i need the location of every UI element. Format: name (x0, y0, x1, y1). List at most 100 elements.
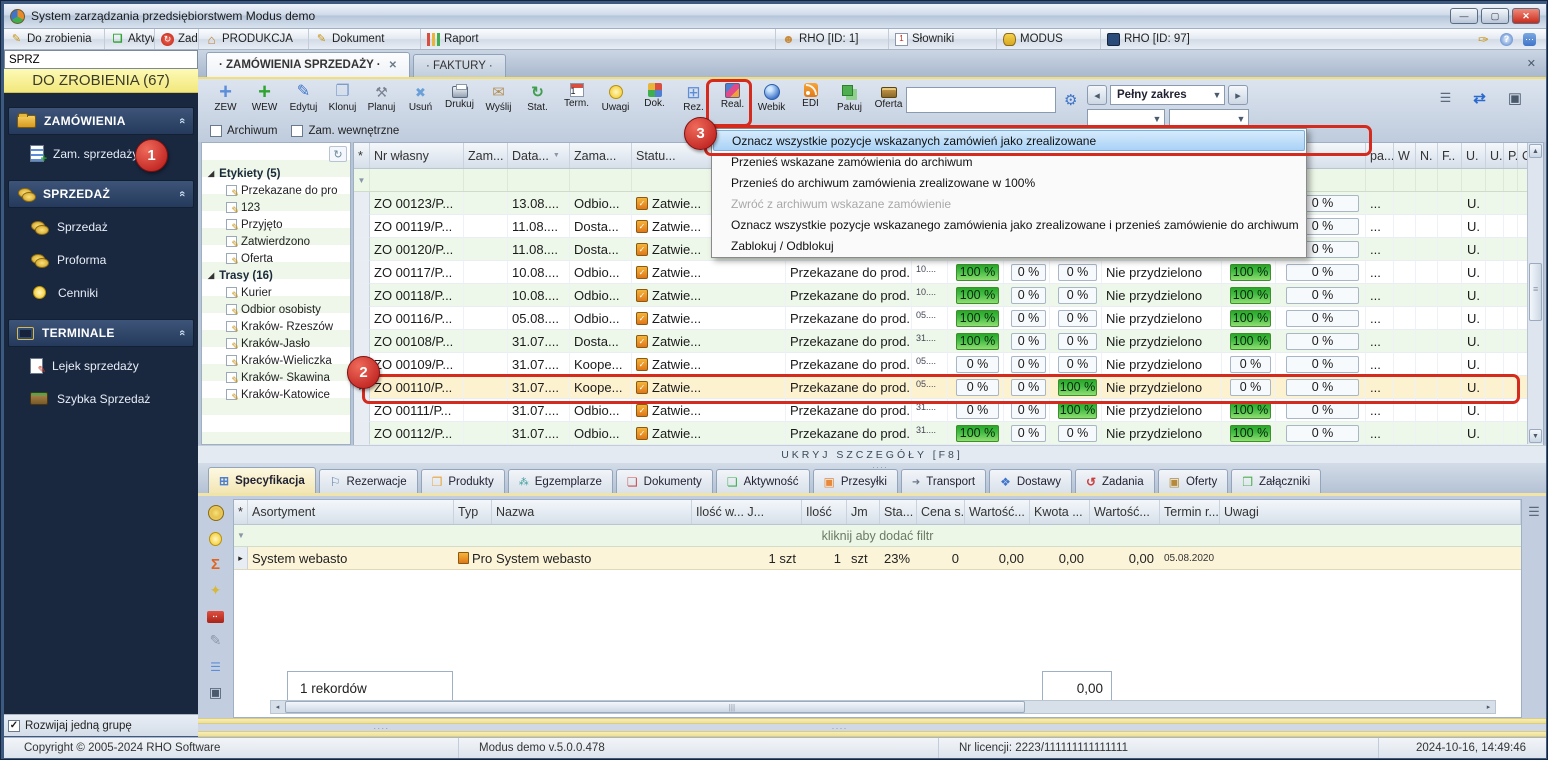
tab-faktury[interactable]: · FAKTURY · (413, 54, 506, 77)
sidebar-item-sprzeda[interactable]: Sprzedaż (4, 210, 198, 243)
menubar-item-do-zrobienia[interactable]: Do zrobienia (4, 29, 104, 49)
context-menu-item-przenie-wskazane-zam-wienia-do-archiwum[interactable]: Przenieś wskazane zamówienia do archiwum (713, 151, 1305, 172)
spec-header-typ[interactable]: Typ (454, 500, 492, 524)
menubar-item-raport[interactable]: Raport (420, 29, 775, 49)
truck-icon[interactable] (207, 611, 224, 623)
detail-tab-specyfikacja[interactable]: Specyfikacja (208, 467, 316, 493)
edit-icon[interactable] (207, 632, 224, 649)
filter-cell[interactable] (370, 169, 464, 191)
toolbar-button-edi[interactable]: EDI (791, 81, 830, 123)
orders-header-nr-w-asny[interactable]: Nr własny (370, 143, 464, 168)
checkbox-archiwum[interactable]: Archiwum (210, 125, 277, 137)
splitter-strips[interactable]: ···· ···· (198, 718, 1546, 737)
detail-tab-zadania[interactable]: Zadania (1074, 469, 1155, 493)
filter-cell[interactable] (1504, 169, 1518, 191)
sidebar-search-input[interactable] (4, 50, 198, 69)
filter-cell[interactable] (1486, 169, 1504, 191)
chat-icon[interactable] (1523, 32, 1536, 46)
sidebar-item-proforma[interactable]: Proforma (4, 243, 198, 276)
toolbar-button-klonuj[interactable]: Klonuj (323, 81, 362, 123)
menubar-item-rho-id-97[interactable]: RHO [ID: 97] (1100, 29, 1260, 49)
spec-header-sta[interactable]: Sta... (880, 500, 917, 524)
checkbox-icon[interactable] (291, 125, 304, 137)
menubar-item-produkcja[interactable]: PRODUKCJA (198, 29, 308, 49)
expand-triangle-icon[interactable] (208, 169, 214, 178)
orders-header-u[interactable]: U. (1486, 143, 1504, 168)
table-row-zo-00111-p[interactable]: ZO 00111/P... 31.07....Odbio... Zatwie... P… (354, 399, 1543, 422)
collapse-chevron-icon[interactable] (176, 191, 188, 197)
orders-vscrollbar[interactable] (1527, 143, 1543, 444)
scroll-thumb[interactable] (1529, 263, 1542, 321)
minimize-button[interactable] (1450, 8, 1478, 24)
table-row-zo-00109-p[interactable]: ZO 00109/P... 31.07....Koope... Zatwie... P… (354, 353, 1543, 376)
toolbar-button-wew[interactable]: WEW (245, 81, 284, 123)
tree-group-etykiety-5[interactable]: Etykiety (5) (202, 165, 350, 182)
stack-icon[interactable] (207, 658, 224, 675)
tree-item-przyj-to[interactable]: Przyjęto (202, 216, 350, 233)
toolbar-button-oferta[interactable]: Oferta (869, 81, 908, 123)
tree-item-przekazane-do-pro[interactable]: Przekazane do pro (202, 182, 350, 199)
toolbar-button-real[interactable]: Real. (713, 81, 752, 123)
filter-icon[interactable] (354, 169, 370, 191)
orders-header-f[interactable]: F.. (1438, 143, 1462, 168)
spec-header-[interactable]: * (234, 500, 248, 524)
price-icon[interactable] (207, 504, 224, 521)
select-region-icon[interactable] (1508, 89, 1522, 107)
filter-cell[interactable] (1416, 169, 1438, 191)
orders-header-zama[interactable]: Zama... (570, 143, 632, 168)
orders-header-n[interactable]: N. (1416, 143, 1438, 168)
menubar-item-s-owniki[interactable]: Słowniki (888, 29, 996, 49)
detail-tab-dostawy[interactable]: Dostawy (989, 469, 1072, 493)
help-icon[interactable] (1500, 32, 1513, 46)
expand-triangle-icon[interactable] (208, 271, 214, 280)
range-next-button[interactable] (1228, 85, 1248, 105)
tree-group-trasy-16[interactable]: Trasy (16) (202, 267, 350, 284)
tree-item-krak-w-katowice[interactable]: Kraków-Katowice (202, 386, 350, 403)
menubar-item-modus[interactable]: MODUS (996, 29, 1100, 49)
range-selector[interactable]: Pełny zakres (1110, 85, 1225, 105)
orders-header-p[interactable]: P. (1504, 143, 1518, 168)
sum-icon[interactable] (207, 556, 224, 573)
filter-cell[interactable] (1438, 169, 1462, 191)
table-row-zo-00108-p[interactable]: ZO 00108/P... 31.07....Dosta... Zatwie... P… (354, 330, 1543, 353)
tree-item-krak-w-wieliczka[interactable]: Kraków-Wieliczka (202, 352, 350, 369)
sidebar-group-terminale[interactable]: TERMINALE (8, 319, 194, 347)
filter-cell[interactable] (570, 169, 632, 191)
table-row-zo-00110-p[interactable]: ZO 00110/P... 31.07....Koope... Zatwie... P… (354, 376, 1543, 399)
tree-item-oferta[interactable]: Oferta (202, 250, 350, 267)
filter-cell[interactable] (1394, 169, 1416, 191)
menubar-item-zadanie[interactable]: Zadanie (154, 29, 198, 49)
tree-item-kurier[interactable]: Kurier (202, 284, 350, 301)
close-icon[interactable] (389, 60, 397, 71)
scroll-right-icon[interactable] (1482, 701, 1495, 713)
toolbar-search-input[interactable] (906, 87, 1056, 113)
orders-header-w[interactable]: W (1394, 143, 1416, 168)
toolbar-button-edytuj[interactable]: Edytuj (284, 81, 323, 123)
select-region-icon[interactable] (207, 684, 224, 701)
toolbar-button-rez[interactable]: Rez. (674, 81, 713, 123)
tree-item-krak-w-skawina[interactable]: Kraków- Skawina (202, 369, 350, 386)
detail-tab-dokumenty[interactable]: Dokumenty (615, 469, 713, 493)
orders-header-u[interactable]: U. (1462, 143, 1486, 168)
tree-item-krak-w-rzesz-w[interactable]: Kraków- Rzeszów (202, 318, 350, 335)
checkbox-zam-wewn-trzne[interactable]: Zam. wewnętrzne (291, 125, 399, 137)
tree-item-123[interactable]: 123 (202, 199, 350, 216)
context-menu-item-przenie-do-archiwum-zam-wienia-zrealizow[interactable]: Przenieś do archiwum zamówienia zrealizo… (713, 172, 1305, 193)
orders-header-pa[interactable]: pa... (1366, 143, 1394, 168)
expand-one-group-checkbox[interactable] (8, 719, 20, 732)
spec-header-ilo-w-j[interactable]: Ilość w... J... (692, 500, 802, 524)
toolbar-button-zew[interactable]: ZEW (206, 81, 245, 123)
filter-cell[interactable] (464, 169, 508, 191)
spec-header-kwota[interactable]: Kwota ... (1030, 500, 1090, 524)
toolbar-button-wy-lij[interactable]: Wyślij (479, 81, 518, 123)
refresh-icon[interactable] (1473, 89, 1486, 107)
toolbar-button-webik[interactable]: Webik (752, 81, 791, 123)
detail-tab-aktywno[interactable]: Aktywność (715, 469, 810, 493)
collapse-chevron-icon[interactable] (176, 118, 188, 124)
toolbar-button-drukuj[interactable]: Drukuj (440, 81, 479, 123)
sidebar-item-cenniki[interactable]: Cenniki (4, 276, 198, 309)
filter-cell[interactable] (1366, 169, 1394, 191)
filter-cell[interactable] (1462, 169, 1486, 191)
hide-details-bar[interactable]: UKRYJ SZCZEGÓŁY [F8] (198, 445, 1546, 463)
detail-tab-produkty[interactable]: Produkty (420, 469, 505, 493)
